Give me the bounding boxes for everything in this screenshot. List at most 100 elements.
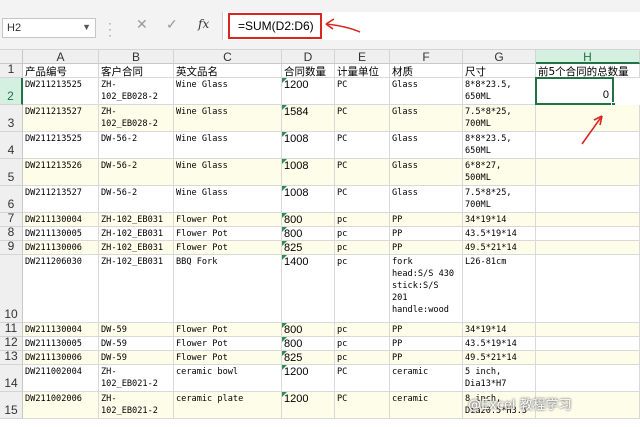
cell-a[interactable]: DW211213527 [23, 186, 99, 213]
cell-a[interactable]: DW211130006 [23, 351, 99, 365]
cell-c[interactable]: ceramic plate [174, 392, 282, 419]
cell-f[interactable]: Glass [390, 105, 463, 132]
cell-d[interactable]: 825 [282, 241, 335, 255]
cell-f[interactable]: PP [390, 241, 463, 255]
cell-d[interactable]: 800 [282, 337, 335, 351]
column-header-g[interactable]: G [463, 50, 536, 64]
cell-f[interactable]: PP [390, 213, 463, 227]
cell-b[interactable]: ZH- 102_EB021-2 [99, 392, 174, 419]
column-header-d[interactable]: D [282, 50, 335, 64]
cell-f[interactable]: PP [390, 337, 463, 351]
row-header[interactable]: 6 [0, 186, 23, 213]
cell-a[interactable]: DW211130006 [23, 241, 99, 255]
name-box[interactable]: H2 ▼ [2, 18, 96, 38]
cell-d[interactable]: 1008 [282, 159, 335, 186]
formula-input[interactable]: =SUM(D2:D6) [228, 13, 322, 39]
cell-b[interactable]: DW-59 [99, 323, 174, 337]
active-cell-h2[interactable]: 0 [535, 77, 614, 105]
cell-h[interactable] [536, 323, 640, 337]
cell-d[interactable]: 800 [282, 227, 335, 241]
row-header[interactable]: 3 [0, 105, 23, 132]
insert-function-icon[interactable]: fx [198, 17, 209, 31]
cell-e[interactable]: pc [335, 213, 390, 227]
cell-c[interactable]: Flower Pot [174, 227, 282, 241]
cell-b[interactable]: ZH- 102_EB021-2 [99, 365, 174, 392]
cell-b[interactable]: ZH-102_EB031 [99, 241, 174, 255]
cell-b[interactable]: ZH-102_EB031 [99, 227, 174, 241]
cell-a[interactable]: DW211213526 [23, 159, 99, 186]
cell-e[interactable]: PC [335, 186, 390, 213]
cell-g[interactable]: 6*8*27, 500ML [463, 159, 536, 186]
cell-e[interactable]: PC [335, 392, 390, 419]
row-header[interactable]: 5 [0, 159, 23, 186]
cell-g[interactable]: 7.5*8*25, 700ML [463, 105, 536, 132]
cell-b[interactable]: ZH-102_EB031 [99, 255, 174, 323]
cell-g[interactable]: L26-81cm [463, 255, 536, 323]
cell-a[interactable]: DW211213527 [23, 105, 99, 132]
cell-a[interactable]: DW211213525 [23, 78, 99, 105]
chevron-down-icon[interactable]: ▼ [82, 22, 91, 32]
cell-e[interactable]: PC [335, 159, 390, 186]
row-header[interactable]: 13 [0, 349, 23, 365]
cell-b[interactable]: ZH-102_EB031 [99, 213, 174, 227]
column-header-f[interactable]: F [390, 50, 463, 64]
cell-h[interactable] [536, 213, 640, 227]
cell-b[interactable]: DW-56-2 [99, 132, 174, 159]
cell-a[interactable]: DW211130005 [23, 227, 99, 241]
column-header-c[interactable]: C [174, 50, 282, 64]
column-header-a[interactable]: A [23, 50, 99, 64]
cell-b[interactable]: DW-56-2 [99, 159, 174, 186]
cell-g[interactable]: 8*8*23.5, 650ML [463, 132, 536, 159]
cell-e[interactable]: PC [335, 132, 390, 159]
row-header[interactable]: 10 [0, 255, 23, 323]
cell-d[interactable]: 825 [282, 351, 335, 365]
cell-c[interactable]: Flower Pot [174, 213, 282, 227]
cell-d[interactable]: 1400 [282, 255, 335, 323]
header-cell-d[interactable]: 合同数量 [282, 64, 335, 78]
header-cell-a[interactable]: 产品编号 [23, 64, 99, 78]
cell-h[interactable] [536, 337, 640, 351]
cell-a[interactable]: DW211002006 [23, 392, 99, 419]
cell-b[interactable]: DW-59 [99, 337, 174, 351]
cell-c[interactable]: Wine Glass [174, 186, 282, 213]
cell-h[interactable] [536, 186, 640, 213]
header-cell-h[interactable]: 前5个合同的总数量 [536, 64, 640, 78]
cell-c[interactable]: Wine Glass [174, 105, 282, 132]
cell-e[interactable]: pc [335, 337, 390, 351]
cell-f[interactable]: fork head:S/S 430 stick:S/S 201 handle:w… [390, 255, 463, 323]
cell-b[interactable]: ZH- 102_EB028-2 [99, 78, 174, 105]
cell-f[interactable]: PP [390, 227, 463, 241]
cell-e[interactable]: PC [335, 78, 390, 105]
cell-a[interactable]: DW211002004 [23, 365, 99, 392]
cell-c[interactable]: Flower Pot [174, 241, 282, 255]
cell-g[interactable]: 7.5*8*25, 700ML [463, 186, 536, 213]
cell-h[interactable] [536, 241, 640, 255]
cell-b[interactable]: DW-56-2 [99, 186, 174, 213]
column-header-e[interactable]: E [335, 50, 390, 64]
cell-b[interactable]: ZH- 102_EB028-2 [99, 105, 174, 132]
cell-g[interactable]: 34*19*14 [463, 323, 536, 337]
cell-f[interactable]: ceramic [390, 392, 463, 419]
cell-c[interactable]: Wine Glass [174, 159, 282, 186]
cancel-icon[interactable]: ✕ [136, 16, 148, 33]
cell-g[interactable]: 49.5*21*14 [463, 241, 536, 255]
cell-d[interactable]: 1008 [282, 132, 335, 159]
cell-h[interactable] [536, 365, 640, 392]
enter-icon[interactable]: ✓ [166, 16, 178, 33]
cell-d[interactable]: 1200 [282, 365, 335, 392]
cell-d[interactable]: 800 [282, 213, 335, 227]
row-header[interactable]: 9 [0, 239, 23, 255]
cell-h[interactable] [536, 227, 640, 241]
cell-d[interactable]: 1200 [282, 78, 335, 105]
cell-e[interactable]: pc [335, 323, 390, 337]
cell-e[interactable]: pc [335, 241, 390, 255]
cell-e[interactable]: PC [335, 365, 390, 392]
cell-f[interactable]: Glass [390, 186, 463, 213]
cell-f[interactable]: PP [390, 351, 463, 365]
cell-a[interactable]: DW211206030 [23, 255, 99, 323]
cell-a[interactable]: DW211213525 [23, 132, 99, 159]
row-header[interactable]: 15 [0, 392, 23, 419]
cell-g[interactable]: 49.5*21*14 [463, 351, 536, 365]
cell-g[interactable]: 5 inch, Dia13*H7 [463, 365, 536, 392]
cell-d[interactable]: 1200 [282, 392, 335, 419]
